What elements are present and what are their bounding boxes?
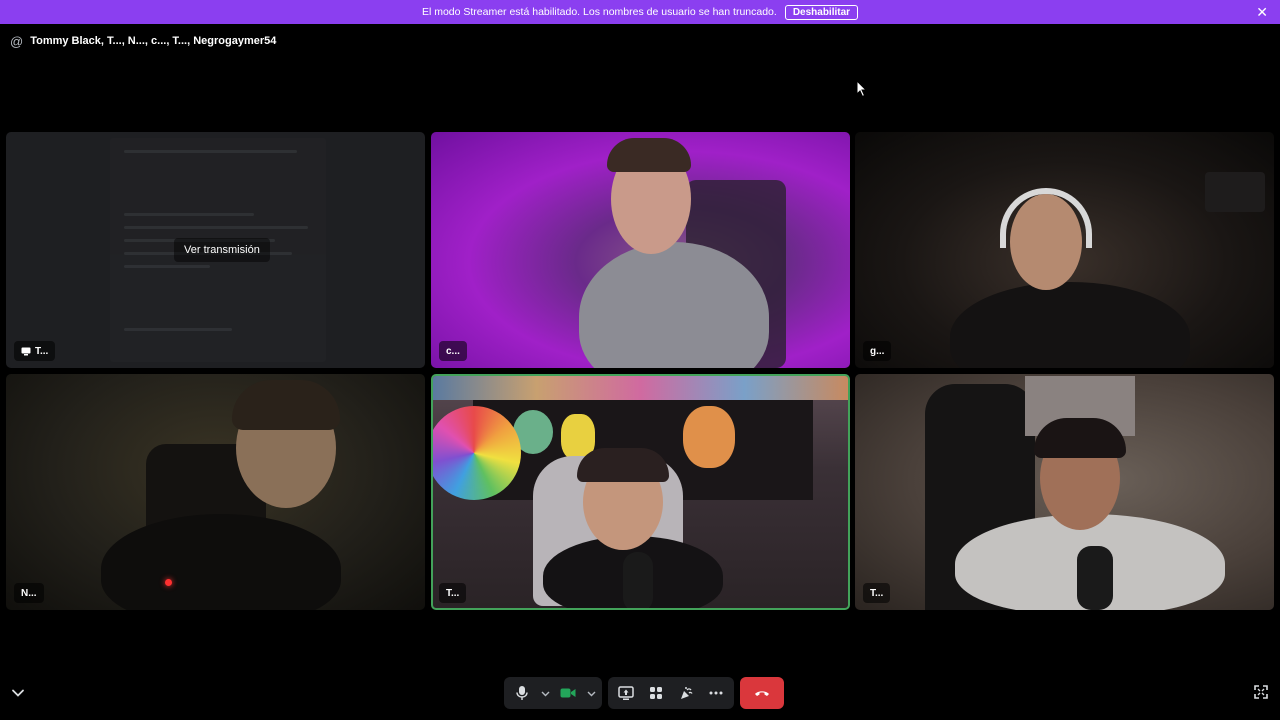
screen-share-icon: [21, 347, 31, 355]
video-tile[interactable]: N...: [6, 374, 425, 610]
mic-camera-group: [504, 677, 602, 709]
activities-button[interactable]: [642, 679, 670, 707]
chevron-down-icon[interactable]: [11, 686, 25, 700]
participant-name-tag: g...: [863, 341, 892, 361]
participant-name-tag: N...: [14, 583, 44, 603]
actions-group: [608, 677, 734, 709]
participant-name: c...: [446, 345, 460, 357]
participant-hair: [607, 138, 691, 172]
led-light: [165, 579, 172, 586]
soundboard-button[interactable]: [672, 679, 700, 707]
video-tile[interactable]: Ver transmisión T...: [6, 132, 425, 368]
video-tile[interactable]: T...: [431, 374, 850, 610]
video-tile[interactable]: c...: [431, 132, 850, 368]
participant-name: T...: [870, 587, 884, 599]
participant-name-tag: T...: [863, 583, 891, 603]
disable-streamer-mode-button[interactable]: Deshabilitar: [784, 4, 859, 20]
banner-message: El modo Streamer está habilitado. Los no…: [421, 6, 777, 18]
participant-name-tag: T...: [14, 341, 56, 361]
mouse-cursor-icon: [856, 80, 868, 98]
chevron-down-icon: [541, 691, 549, 696]
participant-name: g...: [870, 345, 885, 357]
participant-hair: [1034, 418, 1126, 458]
audio-settings-toggle[interactable]: [538, 679, 552, 707]
disconnect-button[interactable]: [740, 677, 784, 709]
prize-wheel: [433, 406, 521, 500]
share-screen-button[interactable]: [612, 679, 640, 707]
watch-stream-button[interactable]: Ver transmisión: [174, 238, 270, 262]
camera-button[interactable]: [554, 679, 582, 707]
participant-hair: [577, 448, 669, 482]
streamer-mode-banner: El modo Streamer está habilitado. Los no…: [0, 0, 1280, 24]
more-icon: [709, 691, 723, 695]
video-settings-toggle[interactable]: [584, 679, 598, 707]
participant-hair: [232, 380, 340, 430]
participant-video: [950, 282, 1190, 368]
participant-name: N...: [21, 587, 37, 599]
shelf-top: [433, 376, 848, 400]
video-tile[interactable]: T...: [855, 374, 1274, 610]
participant-video: [101, 514, 341, 610]
participant-name: T...: [446, 587, 460, 599]
video-camera-icon: [560, 688, 576, 698]
hang-up-icon: [755, 691, 769, 696]
participant-name-tag: c...: [439, 341, 467, 361]
chevron-down-icon: [587, 691, 595, 696]
microphone: [1077, 546, 1113, 610]
screen-share-icon: [618, 685, 634, 700]
activities-icon: [650, 687, 662, 699]
fullscreen-icon[interactable]: [1254, 685, 1268, 699]
channel-header: @ Tommy Black, T..., N..., c..., T..., N…: [10, 33, 276, 49]
microphone: [623, 552, 653, 608]
at-icon: @: [10, 33, 24, 49]
more-options-button[interactable]: [702, 679, 730, 707]
page-title: Tommy Black, T..., N..., c..., T..., Neg…: [30, 35, 277, 47]
soundboard-icon: [681, 686, 693, 699]
microphone-arm: [1205, 172, 1265, 212]
microphone-icon: [516, 686, 528, 700]
plush-toy: [683, 406, 735, 468]
close-icon[interactable]: ✕: [1256, 5, 1268, 19]
participant-name: T...: [35, 345, 49, 357]
call-controls: [504, 677, 784, 709]
participant-name-tag: T...: [439, 583, 467, 603]
microphone-button[interactable]: [508, 679, 536, 707]
headphones: [1000, 188, 1092, 248]
video-tile[interactable]: g...: [855, 132, 1274, 368]
